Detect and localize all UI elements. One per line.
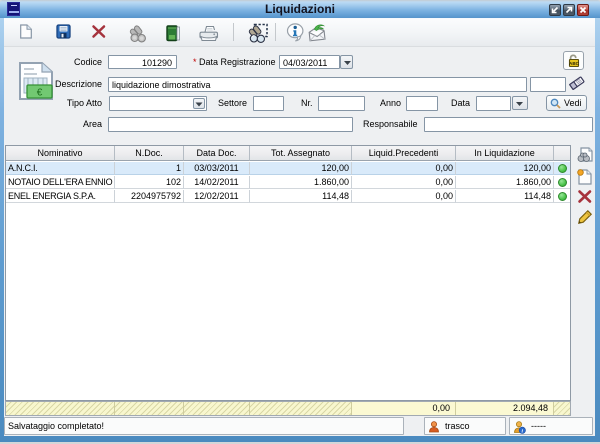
svg-text:€: € <box>37 88 43 99</box>
svg-text:ABC: ABC <box>569 61 580 66</box>
